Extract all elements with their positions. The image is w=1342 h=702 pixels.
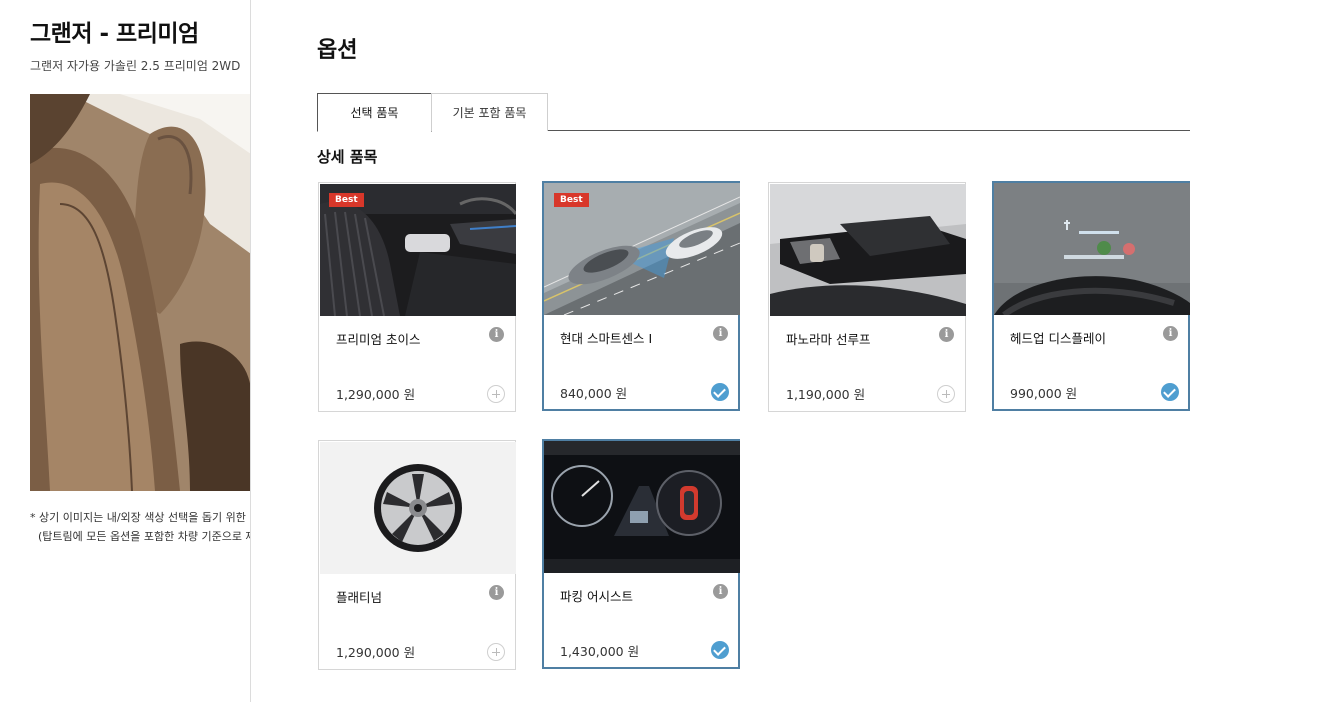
option-image-head-up-display: [994, 183, 1190, 315]
option-name: 현대 스마트센스 I: [560, 331, 653, 346]
disclaimer-line-2: (탑트림에 모든 옵션을 포함한 차량 기준으로 제작: [38, 530, 251, 543]
selected-check-icon[interactable]: [711, 383, 729, 401]
option-price: 990,000 원: [1010, 386, 1078, 401]
option-card-premium-choice[interactable]: Best 프리미엄 초이스 i 1,290,000 원: [318, 182, 516, 412]
info-icon[interactable]: i: [489, 327, 504, 342]
info-icon[interactable]: i: [939, 327, 954, 342]
option-card-parking-assist[interactable]: 파킹 어시스트 i 1,430,000 원: [542, 439, 740, 669]
option-price: 1,290,000 원: [336, 645, 416, 660]
selected-check-icon[interactable]: [711, 641, 729, 659]
info-icon[interactable]: i: [713, 584, 728, 599]
selected-check-icon[interactable]: [1161, 383, 1179, 401]
info-icon[interactable]: i: [489, 585, 504, 600]
vehicle-title: 그랜저 - 프리미엄: [30, 21, 199, 47]
option-price: 840,000 원: [560, 386, 628, 401]
image-disclaimer: * 상기 이미지는 내/외장 색상 선택을 돕기 위한 참고 (탑트림에 모든 …: [30, 508, 251, 546]
options-heading: 옵션: [317, 38, 358, 63]
vehicle-panel: 그랜저 - 프리미엄 그랜저 자가용 가솔린 2.5 프리미엄 2WD * 상기…: [0, 0, 251, 702]
add-plus-icon[interactable]: [937, 385, 955, 403]
option-price: 1,430,000 원: [560, 644, 640, 659]
vehicle-subtitle: 그랜저 자가용 가솔린 2.5 프리미엄 2WD: [30, 59, 241, 73]
option-card-head-up-display[interactable]: 헤드업 디스플레이 i 990,000 원: [992, 181, 1190, 411]
options-panel: 옵션 선택 품목 기본 포함 품목 상세 품목 Best 프리미엄 초이스 i …: [317, 0, 1192, 702]
option-image-panorama-sunroof: [770, 184, 966, 316]
option-name: 헤드업 디스플레이: [1010, 331, 1106, 346]
option-name: 파킹 어시스트: [560, 589, 633, 604]
option-price: 1,290,000 원: [336, 387, 416, 402]
tab-included-items[interactable]: 기본 포함 품목: [431, 93, 548, 131]
info-icon[interactable]: i: [713, 326, 728, 341]
option-image-parking-cluster: [544, 441, 740, 573]
option-name: 플래티넘: [336, 590, 383, 605]
vehicle-interior-image: [30, 94, 250, 491]
option-name: 파노라마 선루프: [786, 332, 871, 347]
tab-selected-items[interactable]: 선택 품목: [317, 93, 432, 132]
best-badge: Best: [554, 193, 589, 207]
add-plus-icon[interactable]: [487, 643, 505, 661]
option-name: 프리미엄 초이스: [336, 332, 421, 347]
option-card-smart-sense[interactable]: Best 현대 스마트센스 I i 840,000 원: [542, 181, 740, 411]
options-tabs: 선택 품목 기본 포함 품목: [317, 93, 1190, 132]
option-card-platinum[interactable]: 플래티넘 i 1,290,000 원: [318, 440, 516, 670]
option-image-alloy-wheel: [320, 442, 516, 574]
info-icon[interactable]: i: [1163, 326, 1178, 341]
option-card-panorama-sunroof[interactable]: 파노라마 선루프 i 1,190,000 원: [768, 182, 966, 412]
best-badge: Best: [329, 193, 364, 207]
disclaimer-line-1: * 상기 이미지는 내/외장 색상 선택을 돕기 위한 참고: [30, 511, 251, 524]
section-title: 상세 품목: [317, 148, 378, 166]
add-plus-icon[interactable]: [487, 385, 505, 403]
option-price: 1,190,000 원: [786, 387, 866, 402]
